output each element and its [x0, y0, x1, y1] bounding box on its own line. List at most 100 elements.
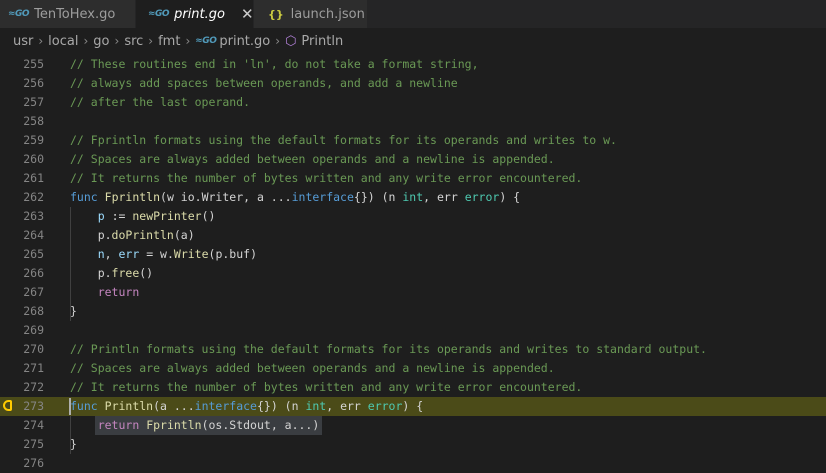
- code-token: return: [97, 418, 140, 432]
- code-token: return: [97, 285, 140, 299]
- code-line[interactable]: 276: [0, 454, 826, 473]
- code-token: p.: [70, 266, 112, 280]
- code-line[interactable]: 257 // after the last operand.: [0, 93, 826, 112]
- code-line[interactable]: 272 // It returns the number of bytes wri…: [0, 378, 826, 397]
- breadcrumb-src[interactable]: src: [124, 34, 143, 49]
- code-token: err: [118, 247, 140, 261]
- code-token: (): [201, 209, 216, 223]
- code-token: p: [97, 209, 105, 223]
- code-token: (p.buf): [208, 247, 257, 261]
- line-number: 255: [23, 57, 44, 71]
- code-token: interface: [291, 190, 354, 204]
- code-line[interactable]: 259 // Fprintln formats using the default…: [0, 131, 826, 150]
- code-token: Write: [173, 247, 209, 261]
- tab-print-go[interactable]: ≈GO print.go ✕: [136, 0, 254, 28]
- code-token: ) {: [499, 190, 521, 204]
- code-token: , err: [326, 399, 368, 413]
- breadcrumb-local[interactable]: local: [48, 34, 78, 49]
- close-icon[interactable]: ✕: [241, 6, 254, 22]
- code-token: p.: [70, 228, 112, 242]
- line-number: 271: [23, 361, 44, 375]
- line-number: 265: [23, 247, 44, 261]
- code-token: (a ...: [153, 399, 195, 413]
- code-line[interactable]: 260 // Spaces are always added between op…: [0, 150, 826, 169]
- code-line[interactable]: 270 // Println formats using the default …: [0, 340, 826, 359]
- chevron-right-icon: ›: [275, 34, 281, 48]
- line-number: 257: [23, 95, 44, 109]
- code-token: // Println formats using the default for…: [70, 342, 707, 356]
- tab-label: TenToHex.go: [34, 6, 116, 22]
- chevron-right-icon: ›: [38, 34, 44, 48]
- code-token: newPrinter: [132, 209, 202, 223]
- tab-label: print.go: [174, 6, 225, 22]
- code-line[interactable]: 255 // These routines end in 'ln', do not…: [0, 55, 826, 74]
- line-number: 260: [23, 152, 44, 166]
- code-token: Println: [104, 399, 154, 413]
- breadcrumb: usr › local › go › src › fmt › ≈GO print…: [0, 28, 826, 54]
- line-number: 256: [23, 76, 44, 90]
- code-text: // after the last operand.: [70, 93, 250, 112]
- code-token: ,: [104, 247, 119, 261]
- code-text: // always add spaces between operands, a…: [70, 74, 458, 93]
- breadcrumb-usr[interactable]: usr: [13, 34, 33, 49]
- breadcrumb-print-go[interactable]: print.go: [219, 34, 270, 49]
- line-number: 263: [23, 209, 44, 223]
- code-text: // Spaces are always added between opera…: [70, 359, 555, 378]
- code-line[interactable]: 269: [0, 321, 826, 340]
- code-text: }: [70, 435, 77, 454]
- code-token: interface: [194, 399, 257, 413]
- code-line[interactable]: 258: [0, 112, 826, 131]
- line-number: 261: [23, 171, 44, 185]
- code-text: }: [70, 302, 77, 321]
- code-token: // These routines end in 'ln', do not ta…: [70, 57, 479, 71]
- code-editor[interactable]: 255 // These routines end in 'ln', do not…: [0, 55, 826, 470]
- code-line[interactable]: 271 // Spaces are always added between op…: [0, 359, 826, 378]
- code-token: }: [70, 437, 77, 451]
- code-text: p.free(): [70, 264, 153, 283]
- code-token: // after the last operand.: [70, 95, 251, 109]
- code-text: p.doPrintln(a): [70, 226, 195, 245]
- code-token: ) {: [402, 399, 424, 413]
- code-text: // Spaces are always added between opera…: [70, 150, 555, 169]
- code-token: n: [97, 247, 105, 261]
- code-line[interactable]: 262 func Fprintln(w io.Writer, a ...inter…: [0, 188, 826, 207]
- code-token: :=: [104, 209, 133, 223]
- code-token: free: [111, 266, 140, 280]
- code-line[interactable]: 274 return Fprintln(os.Stdout, a...): [0, 416, 826, 435]
- code-line[interactable]: 264 p.doPrintln(a): [0, 226, 826, 245]
- code-token: {}) (n: [353, 190, 403, 204]
- code-line[interactable]: 267 return: [0, 283, 826, 302]
- code-line[interactable]: 256 // always add spaces between operands…: [0, 74, 826, 93]
- code-line[interactable]: 266 p.free(): [0, 264, 826, 283]
- code-token: Fprintln: [146, 418, 202, 432]
- line-number: 266: [23, 266, 44, 280]
- code-text: n, err = w.Write(p.buf): [70, 245, 257, 264]
- code-token: error: [464, 190, 500, 204]
- breadcrumb-go[interactable]: go: [93, 34, 109, 49]
- code-token: // It returns the number of bytes writte…: [70, 380, 583, 394]
- code-text: // It returns the number of bytes writte…: [70, 169, 582, 188]
- code-token: // Spaces are always added between opera…: [70, 152, 555, 166]
- editor-tab-bar: ≈GO TenToHex.go ≈GO print.go ✕ {} launch…: [0, 0, 826, 28]
- tab-launch-json[interactable]: {} launch.json: [254, 0, 368, 28]
- code-text: // Fprintln formats using the default fo…: [70, 131, 617, 150]
- code-token: func: [70, 399, 98, 413]
- indent-guide: [70, 416, 71, 454]
- code-line[interactable]: 268}: [0, 302, 826, 321]
- chevron-right-icon: ›: [148, 34, 154, 48]
- code-line[interactable]: 275}: [0, 435, 826, 454]
- breadcrumb-fmt[interactable]: fmt: [158, 34, 180, 49]
- line-number: 272: [23, 380, 44, 394]
- breadcrumb-println[interactable]: Println: [301, 34, 343, 49]
- current-line[interactable]: 273 func Println(a ...interface{}) (n int…: [0, 397, 826, 416]
- line-number: 273: [23, 399, 44, 413]
- code-line[interactable]: 265 n, err = w.Write(p.buf): [0, 245, 826, 264]
- code-token: // It returns the number of bytes writte…: [70, 171, 583, 185]
- code-line[interactable]: 263 p := newPrinter(): [0, 207, 826, 226]
- tab-tentohex-go[interactable]: ≈GO TenToHex.go: [0, 0, 136, 28]
- line-number: 262: [23, 190, 44, 204]
- code-line[interactable]: 261 // It returns the number of bytes wri…: [0, 169, 826, 188]
- line-number: 270: [23, 342, 44, 356]
